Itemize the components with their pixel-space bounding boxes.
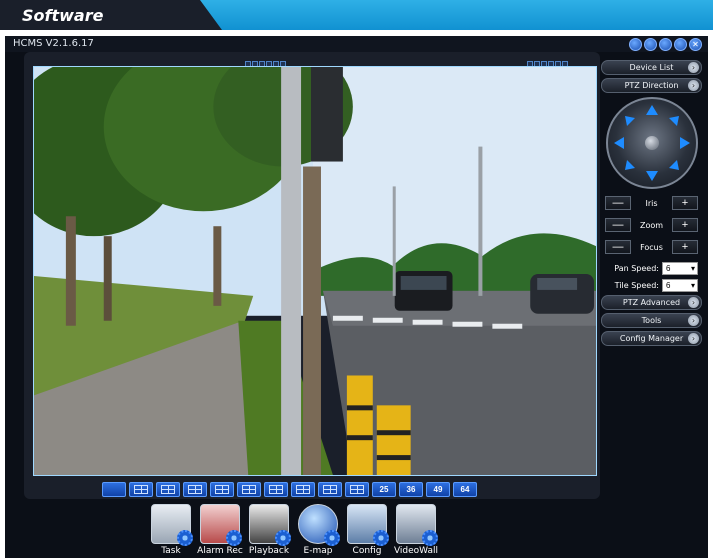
app-title: HCMS V2.1.6.17 bbox=[13, 38, 94, 49]
focus-plus-button[interactable]: + bbox=[671, 240, 698, 254]
layout-button[interactable] bbox=[183, 482, 207, 497]
settings-icon[interactable] bbox=[644, 38, 657, 51]
config-button[interactable]: Config bbox=[347, 504, 389, 556]
layout-buttons: 25 36 49 64 bbox=[102, 482, 477, 497]
tile-speed-select[interactable]: 6 bbox=[662, 278, 698, 292]
ptz-advanced-header[interactable]: PTZ Advanced › bbox=[601, 295, 702, 310]
close-icon[interactable]: ✕ bbox=[689, 38, 702, 51]
arrow-left-icon bbox=[613, 137, 624, 149]
iris-plus-button[interactable]: + bbox=[671, 196, 698, 210]
dock-label: E-map bbox=[303, 546, 333, 556]
layout-button[interactable] bbox=[156, 482, 180, 497]
layout-49-button[interactable]: 49 bbox=[426, 482, 450, 497]
dock-label: Playback bbox=[248, 546, 290, 556]
iris-minus-button[interactable]: — bbox=[605, 196, 631, 210]
camera-feed-image bbox=[34, 67, 596, 475]
ptz-center-button[interactable] bbox=[644, 136, 659, 150]
banner-divider bbox=[0, 30, 713, 34]
expand-icon: › bbox=[688, 80, 699, 91]
pan-speed-label: Pan Speed: bbox=[614, 263, 659, 273]
pan-speed-select[interactable]: 6 bbox=[662, 261, 698, 275]
iris-control: — Iris + bbox=[605, 195, 698, 211]
layout-button[interactable] bbox=[237, 482, 261, 497]
tile-speed-row: Tile Speed: 6 bbox=[605, 278, 698, 292]
ptz-direction-label: PTZ Direction bbox=[624, 81, 679, 90]
dock-label: VideoWall bbox=[393, 546, 439, 556]
arrow-right-icon bbox=[679, 137, 690, 149]
dock-label: Task bbox=[161, 546, 181, 556]
iris-label: Iris bbox=[645, 198, 658, 208]
focus-label: Focus bbox=[640, 242, 663, 252]
config-manager-header[interactable]: Config Manager › bbox=[601, 331, 702, 346]
expand-icon: › bbox=[688, 297, 699, 308]
expand-icon: › bbox=[688, 333, 699, 344]
emap-button[interactable]: E-map bbox=[298, 504, 340, 556]
dock-label: Alarm Rec bbox=[197, 546, 243, 556]
arrow-downright-icon bbox=[668, 160, 679, 170]
zoom-label: Zoom bbox=[639, 220, 664, 230]
globe-icon bbox=[298, 504, 340, 546]
ptz-advanced-label: PTZ Advanced bbox=[622, 298, 681, 307]
minimize-icon[interactable] bbox=[659, 38, 672, 51]
videowall-button[interactable]: VideoWall bbox=[393, 504, 439, 556]
banner-title: Software bbox=[22, 6, 104, 25]
pan-speed-row: Pan Speed: 6 bbox=[605, 261, 698, 275]
control-panel: Device List › PTZ Direction › — Iris + —… bbox=[601, 60, 702, 349]
focus-control: — Focus + bbox=[605, 239, 698, 255]
videowall-icon bbox=[396, 504, 438, 546]
layout-25-button[interactable]: 25 bbox=[372, 482, 396, 497]
tile-speed-label: Tile Speed: bbox=[614, 280, 659, 290]
camera-view[interactable] bbox=[33, 66, 597, 476]
expand-icon: › bbox=[688, 315, 699, 326]
task-button[interactable]: Task bbox=[151, 504, 193, 556]
layout-button[interactable] bbox=[291, 482, 315, 497]
zoom-plus-button[interactable]: + bbox=[672, 218, 698, 232]
ptz-direction-pad bbox=[605, 97, 698, 189]
camera-icon bbox=[151, 504, 193, 546]
layout-button[interactable] bbox=[345, 482, 369, 497]
layout-button[interactable] bbox=[318, 482, 342, 497]
app-window: HCMS V2.1.6.17 ✕ 25 36 49 64 Task Alarm … bbox=[5, 36, 708, 558]
dock-label: Config bbox=[352, 546, 382, 556]
playback-button[interactable]: Playback bbox=[248, 504, 291, 556]
top-banner: Software bbox=[0, 0, 713, 34]
arrow-up-icon bbox=[645, 105, 658, 115]
layout-button[interactable] bbox=[210, 482, 234, 497]
expand-icon: › bbox=[688, 62, 699, 73]
banner-tab: Software bbox=[0, 0, 222, 30]
layout-button[interactable] bbox=[264, 482, 288, 497]
focus-minus-button[interactable]: — bbox=[605, 240, 631, 254]
window-controls: ✕ bbox=[629, 38, 702, 51]
arrow-downleft-icon bbox=[624, 160, 635, 170]
lock-icon[interactable] bbox=[629, 38, 642, 51]
alarm-rec-button[interactable]: Alarm Rec bbox=[197, 504, 243, 556]
layout-36-button[interactable]: 36 bbox=[399, 482, 423, 497]
config-icon bbox=[347, 504, 389, 546]
arrow-upleft-icon bbox=[624, 116, 635, 126]
bottom-dock: Task Alarm Rec Playback E-map Config Vid… bbox=[151, 504, 439, 556]
alarm-icon bbox=[200, 504, 242, 546]
layout-button[interactable] bbox=[129, 482, 153, 497]
layout-64-button[interactable]: 64 bbox=[453, 482, 477, 497]
zoom-control: — Zoom + bbox=[605, 217, 698, 233]
title-bar: HCMS V2.1.6.17 ✕ bbox=[5, 36, 708, 52]
clapper-icon bbox=[249, 504, 291, 546]
arrow-down-icon bbox=[645, 171, 658, 181]
device-list-header[interactable]: Device List › bbox=[601, 60, 702, 75]
arrow-upright-icon bbox=[668, 116, 679, 126]
ptz-direction-header[interactable]: PTZ Direction › bbox=[601, 78, 702, 93]
tools-label: Tools bbox=[641, 316, 662, 325]
zoom-minus-button[interactable]: — bbox=[605, 218, 631, 232]
layout-1-button[interactable] bbox=[102, 482, 126, 497]
device-list-label: Device List bbox=[629, 63, 674, 72]
config-manager-label: Config Manager bbox=[619, 334, 684, 343]
tools-header[interactable]: Tools › bbox=[601, 313, 702, 328]
maximize-icon[interactable] bbox=[674, 38, 687, 51]
